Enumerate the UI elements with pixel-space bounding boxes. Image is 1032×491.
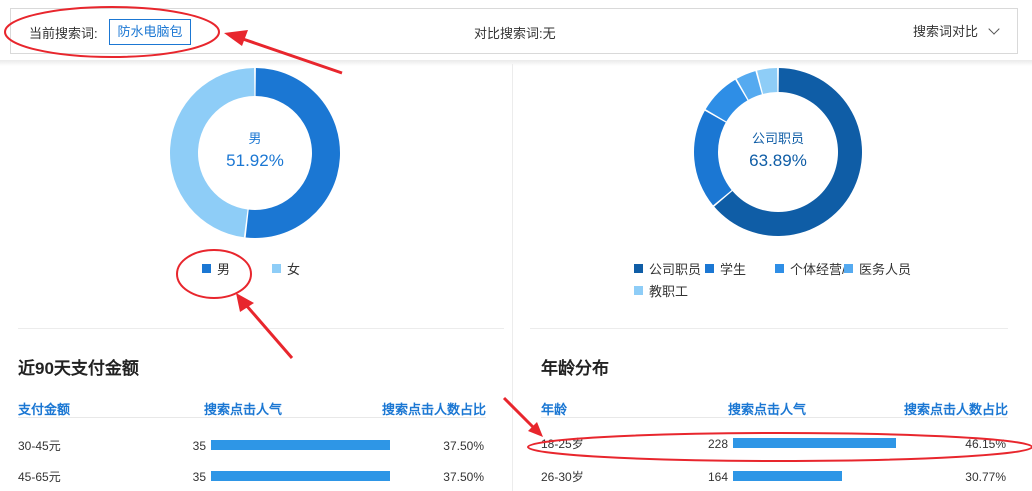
gender-legend-label: 男 — [217, 262, 231, 277]
keyword-compare-dropdown[interactable]: 搜索词对比 — [913, 19, 1000, 45]
chevron-down-icon — [988, 23, 1000, 35]
gender-legend-swatch — [272, 264, 281, 273]
annotation-arrow-age — [502, 396, 537, 431]
age-header-share[interactable]: 搜索点击人数占比 — [904, 399, 1008, 418]
section-divider-left — [18, 328, 504, 329]
payment-table: 支付金额 搜索点击人气 搜索点击人数占比 30-45元 35 37.50% 45… — [18, 399, 486, 491]
annotation-arrowhead-gender — [236, 293, 254, 312]
age-range-label: 18-25岁 — [541, 437, 584, 451]
compare-keyword-label: 对比搜索词: — [474, 26, 543, 41]
search-keyword-bar: 当前搜索词: 防水电脑包 对比搜索词:无 搜索词对比 — [10, 8, 1018, 54]
payment-share-bar — [211, 471, 390, 481]
occupation-legend-swatch — [634, 264, 643, 273]
occupation-legend-swatch — [844, 264, 853, 273]
compare-keyword-text: 对比搜索词:无 — [474, 23, 556, 42]
occupation-legend-label: 公司职员 — [649, 262, 702, 277]
payment-share-text: 37.50% — [443, 470, 484, 484]
payment-share-text: 37.50% — [443, 439, 484, 453]
age-range-label: 26-30岁 — [541, 470, 584, 484]
age-click-value: 164 — [707, 470, 728, 484]
age-share-text: 30.77% — [965, 470, 1006, 484]
gender-legend-item[interactable]: 男 — [202, 259, 230, 278]
occupation-legend-item[interactable]: 教职工 — [634, 281, 688, 300]
panel-divider — [512, 64, 513, 491]
gender-legend-label: 女 — [287, 262, 301, 277]
occupation-legend-label: 教职工 — [649, 284, 689, 299]
age-header-clicks[interactable]: 搜索点击人气 — [728, 399, 806, 418]
payment-header-clicks[interactable]: 搜索点击人气 — [204, 399, 282, 418]
age-share-bar — [733, 471, 842, 481]
current-keyword-label: 当前搜索词: — [29, 26, 98, 41]
payment-range-label: 30-45元 — [18, 439, 61, 453]
gender-donut-center: 男 51.92% — [205, 128, 305, 171]
gender-legend-item[interactable]: 女 — [272, 259, 300, 278]
keyword-compare-label: 搜索词对比 — [913, 24, 979, 39]
payment-share-bar — [211, 440, 390, 450]
occupation-legend-swatch — [775, 264, 784, 273]
table-row: 18-25岁 228 46.15% — [541, 433, 1008, 455]
age-table: 年龄 搜索点击人气 搜索点击人数占比 18-25岁 228 46.15% 26-… — [541, 399, 1008, 491]
occupation-legend-swatch — [705, 264, 714, 273]
payment-header-share[interactable]: 搜索点击人数占比 — [382, 399, 486, 418]
table-row: 30-45元 35 37.50% — [18, 435, 486, 457]
occupation-donut-center: 公司职员 63.89% — [718, 128, 838, 171]
payment-section-title: 近90天支付金额 — [18, 359, 139, 378]
age-section-title: 年龄分布 — [541, 359, 609, 378]
occupation-center-value: 63.89% — [749, 151, 807, 170]
occupation-legend-label: 个体经营/ — [790, 262, 846, 277]
age-header-divider — [541, 417, 1008, 418]
current-keyword-tag[interactable]: 防水电脑包 — [109, 19, 191, 45]
occupation-legend-item[interactable]: 学生 — [705, 259, 746, 278]
section-divider-right — [530, 328, 1008, 329]
occupation-legend-label: 学生 — [720, 262, 747, 277]
occupation-legend-item[interactable]: 医务人员 — [844, 259, 911, 278]
age-click-value: 228 — [707, 437, 728, 451]
gender-legend-swatch — [202, 264, 211, 273]
payment-header-amount[interactable]: 支付金额 — [18, 399, 70, 418]
compare-keyword-value: 无 — [542, 26, 556, 41]
annotation-arrow-gender — [244, 304, 294, 359]
age-share-text: 46.15% — [965, 437, 1006, 451]
gender-center-label: 男 — [248, 131, 262, 146]
payment-header-divider — [18, 417, 486, 418]
payment-click-value: 35 — [192, 470, 206, 484]
toolbar-shadow — [0, 60, 1032, 66]
payment-click-value: 35 — [192, 439, 206, 453]
table-row: 45-65元 35 37.50% — [18, 466, 486, 488]
occupation-center-label: 公司职员 — [751, 131, 804, 146]
occupation-legend-swatch — [634, 286, 643, 295]
occupation-legend-item[interactable]: 个体经营/ — [775, 259, 846, 278]
age-share-bar — [733, 438, 896, 448]
gender-center-value: 51.92% — [226, 151, 284, 170]
occupation-legend-label: 医务人员 — [859, 262, 912, 277]
payment-range-label: 45-65元 — [18, 470, 61, 484]
age-header-range[interactable]: 年龄 — [541, 399, 567, 418]
occupation-legend-item[interactable]: 公司职员 — [634, 259, 701, 278]
table-row: 26-30岁 164 30.77% — [541, 466, 1008, 488]
